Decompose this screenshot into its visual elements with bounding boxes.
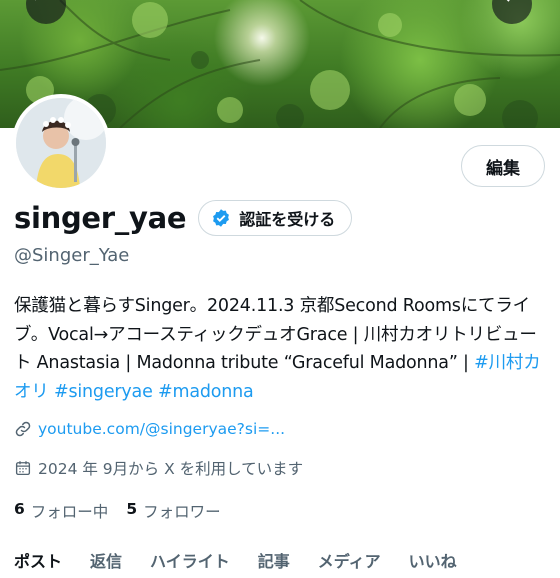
get-verified-label: 認証を受ける: [239, 210, 336, 229]
following-link[interactable]: 6 フォロー中: [14, 500, 108, 522]
link-icon: [15, 421, 31, 437]
tab-highlights[interactable]: ハイライト: [136, 548, 244, 578]
display-name: singer_yae: [14, 201, 187, 235]
get-verified-button[interactable]: 認証を受ける: [198, 200, 353, 236]
followers-link[interactable]: 5 フォロワー: [126, 500, 220, 522]
profile-website[interactable]: youtube.com/@singeryae?si=...: [14, 420, 285, 438]
tab-posts[interactable]: ポスト: [0, 548, 76, 578]
tab-articles[interactable]: 記事: [244, 548, 304, 578]
user-handle: @Singer_Yae: [14, 245, 130, 266]
website-link[interactable]: youtube.com/@singeryae?si=...: [38, 420, 285, 438]
hashtag-link[interactable]: #singeryae: [54, 382, 153, 402]
followers-count: 5: [126, 500, 138, 518]
avatar[interactable]: [12, 94, 110, 192]
tab-likes[interactable]: いいね: [395, 548, 471, 578]
calendar-icon: [15, 461, 31, 476]
profile-bio: 保護猫と暮らすSinger。2024.11.3 京都Second Roomsにて…: [14, 292, 550, 406]
arrow-left-icon: [35, 0, 36, 1]
bio-text: 保護猫と暮らすSinger。2024.11.3 京都Second Roomsにて…: [14, 296, 537, 373]
search-icon: [506, 0, 510, 2]
verified-badge-icon: [213, 209, 230, 227]
hashtag-link[interactable]: #madonna: [158, 382, 254, 402]
following-label: フォロー中: [30, 503, 109, 521]
tab-replies[interactable]: 返信: [76, 548, 136, 578]
join-date-text: 2024 年 9月から X を利用しています: [38, 460, 304, 478]
followers-label: フォロワー: [143, 503, 221, 521]
join-date: 2024 年 9月から X を利用しています: [14, 457, 303, 479]
name-row: singer_yae 認証を受ける: [14, 200, 353, 236]
follow-stats: 6 フォロー中 5 フォロワー: [14, 500, 239, 522]
tab-media[interactable]: メディア: [304, 548, 395, 578]
avatar-photo: [16, 98, 106, 188]
edit-profile-button[interactable]: 編集: [461, 145, 545, 187]
following-count: 6: [14, 500, 25, 518]
profile-tabs: ポスト 返信 ハイライト 記事 メディア いいね: [0, 548, 560, 578]
